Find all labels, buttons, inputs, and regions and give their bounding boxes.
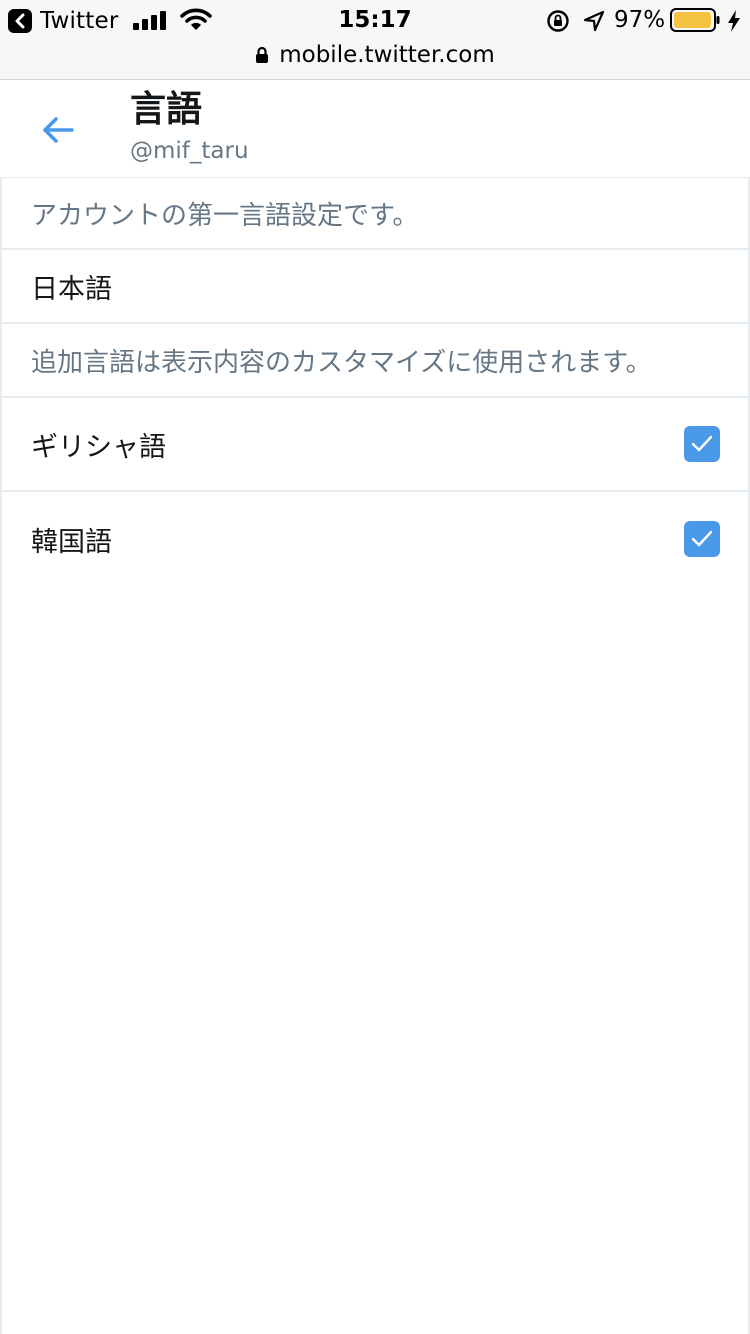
page-header: 言語 @mif_taru bbox=[0, 80, 750, 178]
checkmark-icon bbox=[691, 530, 713, 547]
status-bar: Twitter 15:17 97% mobile.twitter.com bbox=[0, 0, 750, 80]
checkbox-checked[interactable] bbox=[684, 426, 720, 462]
primary-language-row[interactable]: 日本語 bbox=[2, 250, 748, 324]
lock-icon bbox=[256, 46, 269, 63]
language-option-korean[interactable]: 韓国語 bbox=[2, 492, 748, 586]
charging-bolt-icon bbox=[728, 10, 740, 32]
arrow-left-icon bbox=[43, 117, 74, 143]
additional-language-description-row: 追加言語は表示内容のカスタマイズに使用されます。 bbox=[2, 324, 748, 398]
language-option-greek[interactable]: ギリシャ語 bbox=[2, 398, 748, 492]
account-handle: @mif_taru bbox=[130, 138, 249, 164]
page-title: 言語 bbox=[130, 89, 203, 130]
checkbox-checked[interactable] bbox=[684, 521, 720, 557]
checkmark-icon bbox=[691, 435, 713, 452]
back-button[interactable] bbox=[36, 108, 80, 152]
primary-language-description: アカウントの第一言語設定です。 bbox=[31, 200, 419, 231]
battery-icon bbox=[670, 8, 720, 32]
additional-language-description: 追加言語は表示内容のカスタマイズに使用されます。 bbox=[31, 347, 652, 378]
rotation-lock-icon bbox=[547, 10, 569, 32]
location-arrow-icon bbox=[583, 10, 605, 32]
language-option-label: 韓国語 bbox=[31, 526, 112, 558]
battery-percent: 97% bbox=[614, 7, 666, 33]
primary-language-value: 日本語 bbox=[31, 273, 112, 305]
primary-language-description-row: アカウントの第一言語設定です。 bbox=[2, 178, 748, 250]
language-settings-list: アカウントの第一言語設定です。 日本語 追加言語は表示内容のカスタマイズに使用さ… bbox=[0, 178, 750, 1334]
language-option-label: ギリシャ語 bbox=[31, 431, 166, 463]
address-bar[interactable]: mobile.twitter.com bbox=[0, 40, 750, 70]
url-text: mobile.twitter.com bbox=[279, 42, 495, 68]
